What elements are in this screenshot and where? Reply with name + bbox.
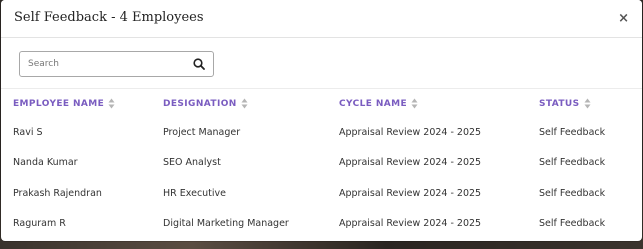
column-header-status[interactable]: STATUS <box>539 88 642 117</box>
sort-icon[interactable] <box>108 98 115 109</box>
search-input[interactable] <box>20 52 180 76</box>
table-header-row: EMPLOYEE NAME DESIGNATION CYCLE NAME STA… <box>1 88 642 117</box>
cell-designation: Digital Marketing Manager <box>163 218 289 230</box>
cell-cycle-name: Appraisal Review 2024 - 2025 <box>339 218 482 230</box>
cell-designation: SEO Analyst <box>163 157 221 169</box>
column-header-label: EMPLOYEE NAME <box>13 98 105 109</box>
search-box <box>19 51 214 77</box>
sort-icon[interactable] <box>584 98 591 109</box>
cell-status: Self Feedback <box>539 187 606 199</box>
column-header-cycle-name[interactable]: CYCLE NAME <box>339 88 539 117</box>
cell-employee-name: Prakash Rajendran <box>13 187 102 199</box>
cell-designation: Project Manager <box>163 126 241 138</box>
cell-status: Self Feedback <box>539 218 606 230</box>
close-button[interactable]: × <box>618 12 629 25</box>
table-row: Ravi S Project Manager Appraisal Review … <box>1 117 642 148</box>
cell-cycle-name: Appraisal Review 2024 - 2025 <box>339 126 482 138</box>
sort-icon[interactable] <box>411 98 418 109</box>
cell-employee-name: Nanda Kumar <box>13 157 78 169</box>
table-row: Raguram R Digital Marketing Manager Appr… <box>1 209 642 240</box>
cell-status: Self Feedback <box>539 157 606 169</box>
search-icon[interactable] <box>193 58 205 70</box>
cell-cycle-name: Appraisal Review 2024 - 2025 <box>339 157 482 169</box>
cell-employee-name: Raguram R <box>13 218 66 230</box>
column-header-label: CYCLE NAME <box>339 98 408 109</box>
modal-header: Self Feedback - 4 Employees × <box>1 0 642 38</box>
cell-status: Self Feedback <box>539 126 606 138</box>
cell-designation: HR Executive <box>163 187 227 199</box>
column-header-label: DESIGNATION <box>163 98 237 109</box>
column-header-label: STATUS <box>539 98 580 109</box>
cell-cycle-name: Appraisal Review 2024 - 2025 <box>339 187 482 199</box>
employee-table: EMPLOYEE NAME DESIGNATION CYCLE NAME STA… <box>1 88 642 239</box>
column-header-designation[interactable]: DESIGNATION <box>163 88 339 117</box>
table-row: Prakash Rajendran HR Executive Appraisal… <box>1 178 642 209</box>
sort-icon[interactable] <box>241 98 248 109</box>
modal-title: Self Feedback - 4 Employees <box>14 10 204 25</box>
self-feedback-modal: Self Feedback - 4 Employees × EMPLOYEE N… <box>1 0 642 241</box>
cell-employee-name: Ravi S <box>13 126 43 138</box>
table-row: Nanda Kumar SEO Analyst Appraisal Review… <box>1 148 642 179</box>
column-header-employee-name[interactable]: EMPLOYEE NAME <box>1 88 163 117</box>
